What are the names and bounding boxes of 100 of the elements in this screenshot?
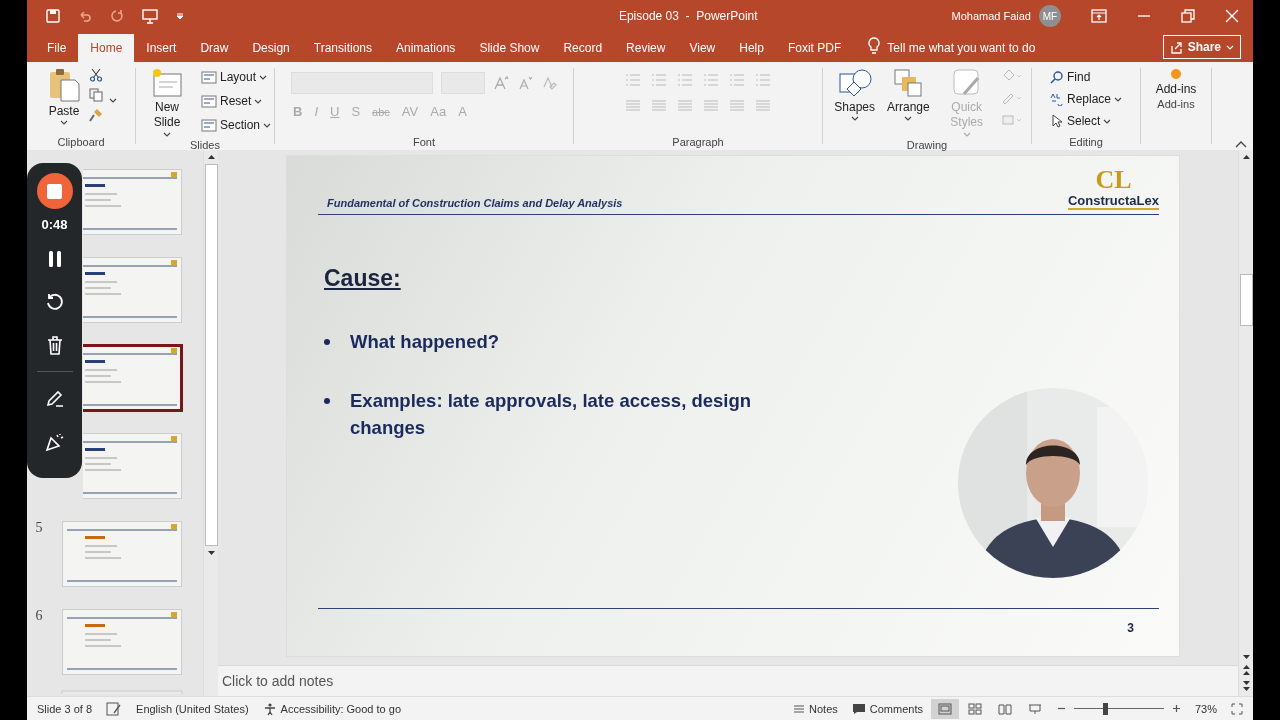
group-label: Editing (1069, 136, 1103, 150)
delete-icon[interactable] (46, 336, 63, 355)
scroll-up-icon[interactable] (206, 154, 216, 160)
slide-header: Fundamental of Construction Claims and Delay Analysis (327, 197, 623, 211)
new-slide-icon (151, 68, 183, 98)
collapse-ribbon-icon[interactable] (1235, 140, 1247, 148)
paragraph-icon (650, 72, 668, 88)
arrange-icon (893, 68, 924, 98)
slide-count: Slide 3 of 8 (37, 702, 93, 715)
paragraph-icon (728, 98, 746, 114)
close-icon[interactable] (1225, 9, 1239, 23)
caret-icon[interactable] (163, 132, 171, 137)
caret-icon[interactable] (259, 74, 267, 80)
editing-option[interactable]: Select (1050, 112, 1122, 130)
next-slide-icon[interactable] (1241, 680, 1251, 692)
restore-icon[interactable] (1181, 9, 1195, 23)
pause-icon[interactable] (47, 250, 62, 268)
format-option: S (349, 104, 363, 119)
format-option: U (328, 104, 342, 119)
user-name: Mohamad Faiad (951, 10, 1031, 22)
restart-icon[interactable] (44, 292, 65, 312)
ribbon-tab[interactable]: Home (78, 34, 135, 62)
caret-icon[interactable] (904, 116, 913, 121)
slide-layout-icon (201, 94, 217, 108)
undo-icon[interactable] (77, 8, 93, 24)
slide-option[interactable]: Layout (201, 68, 271, 86)
caret-icon[interactable] (254, 98, 263, 104)
presentation-icon[interactable] (141, 8, 159, 24)
ribbon-tab[interactable]: File (35, 34, 79, 62)
bullet-text: What happened? (350, 330, 500, 354)
ribbon-tab[interactable]: Insert (134, 34, 189, 62)
slide-number: 5 (35, 520, 43, 535)
copy-icon[interactable] (89, 88, 103, 102)
scroll-down-icon[interactable] (206, 550, 216, 556)
stop-recording-button[interactable] (36, 173, 73, 209)
slide-thumbnail[interactable] (83, 344, 183, 412)
caret-icon[interactable] (1103, 118, 1112, 124)
shape-effects-icon (1000, 112, 1023, 128)
ribbon-tab[interactable]: Animations (384, 34, 468, 62)
confetti-icon[interactable] (44, 432, 65, 452)
accessibility-status[interactable]: Accessibility: Good to go (262, 701, 401, 716)
customize-icon[interactable] (175, 11, 185, 21)
normal-view-icon[interactable] (930, 698, 959, 719)
cut-icon[interactable] (89, 68, 103, 82)
editing-option[interactable]: Find (1050, 68, 1122, 86)
redo-icon[interactable] (109, 8, 125, 24)
zoom-level[interactable]: 73% (1194, 702, 1217, 715)
ribbon-tab[interactable]: Draw (188, 34, 241, 62)
editing-option[interactable]: Replace (1050, 90, 1122, 108)
paste-button[interactable]: Paste (45, 66, 83, 127)
caret-icon[interactable] (850, 116, 859, 121)
caret-icon[interactable] (60, 120, 68, 125)
group-label: Add-ins (1157, 98, 1195, 112)
format-option: abc (370, 105, 392, 118)
search-field[interactable]: Tell me what you want to do (885, 34, 1090, 62)
caret-icon[interactable] (109, 98, 117, 103)
caret-icon[interactable] (263, 122, 271, 128)
arrange-button[interactable]: Arrange (884, 66, 933, 123)
scroll-up-icon[interactable] (1241, 154, 1251, 160)
new-slide-button[interactable]: New Slide (139, 66, 195, 139)
ribbon-tab[interactable]: Design (240, 34, 302, 62)
ribbon-tab[interactable]: Help (727, 34, 776, 62)
ribbon-display-icon[interactable] (1091, 9, 1107, 23)
recording-timer: 0:48 (41, 217, 68, 232)
add-ins-button[interactable]: Add-ins (1152, 66, 1200, 98)
notes-button[interactable]: Notes (793, 702, 838, 715)
ribbon-tab[interactable]: View (677, 34, 728, 62)
ribbon-tab[interactable]: Foxit PDF (775, 34, 854, 62)
slide-page-number: 3 (1127, 621, 1134, 637)
slide-scrollbar[interactable] (1238, 150, 1253, 696)
scroll-thumb[interactable] (204, 164, 218, 546)
ribbon-tab[interactable]: Transitions (301, 34, 384, 62)
slide-option[interactable]: Reset (201, 92, 271, 110)
caret-icon[interactable] (1114, 96, 1122, 102)
share-button[interactable]: Share (1162, 35, 1241, 59)
scroll-down-icon[interactable] (1241, 654, 1251, 660)
notes-placeholder[interactable]: Click to add notes (222, 673, 334, 689)
slide-option[interactable]: Section (201, 116, 271, 134)
paragraph-icon (754, 98, 772, 114)
notes-icon (793, 703, 806, 714)
thumbnail-scrollbar[interactable] (203, 150, 218, 696)
shapes-button[interactable]: Shapes (831, 66, 878, 123)
cursor-icon (1050, 114, 1064, 128)
comments-button[interactable]: Comments (851, 702, 923, 715)
bullet-text: Examples: late approvals, late access, design changes (350, 389, 753, 440)
ribbon-tab[interactable]: Record (551, 34, 615, 62)
ribbon-tab[interactable]: Review (614, 34, 678, 62)
language-status[interactable]: English (United States) (136, 702, 249, 715)
fit-slide-icon[interactable] (1231, 702, 1243, 715)
shapes-icon (837, 68, 872, 98)
paragraph-icon (676, 98, 694, 114)
spelling-icon[interactable] (106, 701, 123, 716)
save-icon[interactable] (45, 8, 61, 24)
zoom-in-icon[interactable] (1171, 704, 1181, 713)
format-painter-icon[interactable] (89, 108, 103, 122)
pen-icon[interactable] (44, 388, 65, 408)
window-title: Episode 03 - PowerPoint (617, 9, 759, 23)
scroll-thumb[interactable] (1239, 274, 1253, 326)
previous-slide-icon[interactable] (1241, 664, 1251, 676)
ribbon-tab[interactable]: Slide Show (467, 34, 552, 62)
